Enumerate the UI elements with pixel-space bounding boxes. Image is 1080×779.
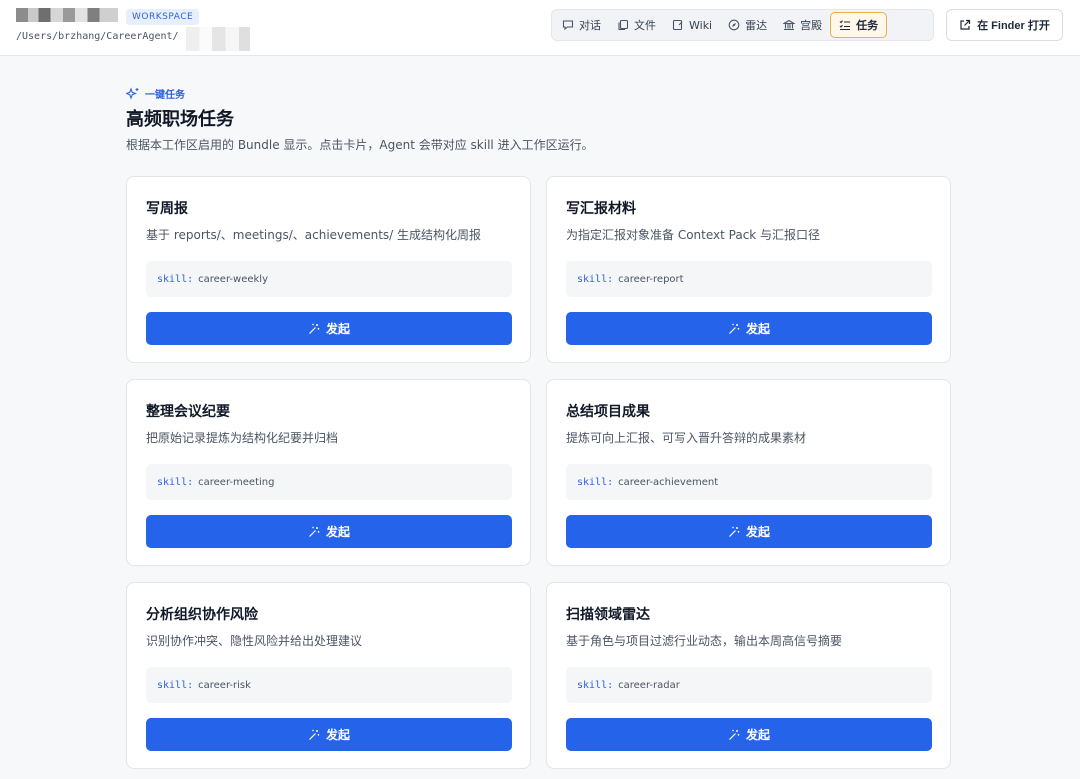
skill-key: skill: (157, 679, 194, 691)
card-description: 基于角色与项目过滤行业动态，输出本周高信号摘要 (566, 634, 843, 648)
tab-radar[interactable]: 雷达 (720, 12, 775, 38)
task-card-grid: 写周报 基于 reports/、meetings/、achievements/ … (126, 176, 951, 769)
launch-label: 发起 (745, 525, 770, 539)
launch-label: 发起 (325, 525, 350, 539)
skill-tag: skill: career-meeting (146, 464, 512, 500)
tab-label: 雷达 (745, 19, 768, 32)
task-list-icon (839, 19, 851, 31)
skill-tag: skill: career-risk (146, 667, 512, 703)
workspace-path: /Users/brzhang/CareerAgent/ (16, 31, 179, 42)
card-description: 基于 reports/、meetings/、achievements/ 生成结构… (146, 228, 482, 242)
launch-button[interactable]: 发起 (566, 515, 932, 548)
skill-value: career-report (618, 273, 684, 285)
tab-label: Wiki (689, 18, 713, 32)
external-link-icon (959, 19, 971, 31)
card-title: 整理会议纪要 (146, 404, 230, 420)
wiki-icon (672, 19, 684, 31)
task-card[interactable]: 分析组织协作风险 识别协作冲突、隐性风险并给出处理建议 skill: caree… (126, 582, 531, 769)
card-title: 分析组织协作风险 (146, 607, 258, 623)
tab-tasks[interactable]: 任务 (830, 12, 888, 38)
card-description: 把原始记录提炼为结构化纪要并归档 (146, 431, 339, 445)
skill-tag: skill: career-radar (566, 667, 932, 703)
task-card[interactable]: 写汇报材料 为指定汇报对象准备 Context Pack 与汇报口径 skill… (546, 176, 951, 363)
magic-wand-icon (728, 729, 740, 741)
card-title: 总结项目成果 (566, 404, 650, 420)
skill-key: skill: (157, 273, 194, 285)
chat-icon (562, 19, 574, 31)
open-in-finder-label: 在 Finder 打开 (977, 20, 1050, 32)
palace-icon (783, 19, 796, 31)
open-in-finder-button[interactable]: 在 Finder 打开 (946, 9, 1063, 41)
skill-value: career-meeting (198, 476, 275, 488)
skill-key: skill: (577, 679, 614, 691)
launch-button[interactable]: 发起 (146, 718, 512, 751)
tab-label: 任务 (856, 19, 879, 32)
skill-value: career-achievement (618, 476, 719, 488)
page-title: 高频职场任务 (126, 109, 234, 130)
tab-wiki[interactable]: Wiki (664, 12, 720, 38)
files-icon (617, 19, 629, 31)
task-card[interactable]: 写周报 基于 reports/、meetings/、achievements/ … (126, 176, 531, 363)
card-title: 写汇报材料 (566, 201, 636, 217)
magic-wand-icon (308, 526, 320, 538)
task-card[interactable]: 总结项目成果 提炼可向上汇报、可写入晋升答辩的成果素材 skill: caree… (546, 379, 951, 566)
card-description: 识别协作冲突、隐性风险并给出处理建议 (146, 634, 363, 648)
card-title: 写周报 (146, 201, 188, 217)
task-card[interactable]: 整理会议纪要 把原始记录提炼为结构化纪要并归档 skill: career-me… (126, 379, 531, 566)
card-description: 提炼可向上汇报、可写入晋升答辩的成果素材 (566, 431, 807, 445)
tab-palace[interactable]: 宫殿 (775, 12, 830, 38)
launch-button[interactable]: 发起 (566, 312, 932, 345)
kicker-label: 一键任务 (145, 90, 185, 101)
launch-label: 发起 (745, 322, 770, 336)
magic-wand-icon (728, 323, 740, 335)
tab-files[interactable]: 文件 (609, 12, 664, 38)
launch-button[interactable]: 发起 (146, 515, 512, 548)
skill-tag: skill: career-weekly (146, 261, 512, 297)
sparkles-icon (126, 86, 140, 101)
tab-label: 宫殿 (800, 19, 823, 32)
skill-key: skill: (157, 476, 194, 488)
skill-key: skill: (577, 273, 614, 285)
skill-tag: skill: career-report (566, 261, 932, 297)
top-bar: WORKSPACE /Users/brzhang/CareerAgent/ 对话… (0, 0, 1080, 56)
magic-wand-icon (308, 323, 320, 335)
workspace-name-redacted (16, 8, 118, 22)
section-kicker: 一键任务 (126, 86, 185, 101)
skill-tag: skill: career-achievement (566, 464, 932, 500)
skill-value: career-risk (198, 679, 251, 691)
skill-key: skill: (577, 476, 614, 488)
launch-label: 发起 (745, 728, 770, 742)
magic-wand-icon (728, 526, 740, 538)
launch-button[interactable]: 发起 (566, 718, 932, 751)
compass-icon (728, 19, 740, 31)
launch-button[interactable]: 发起 (146, 312, 512, 345)
workspace-path-redacted (186, 27, 262, 51)
card-description: 为指定汇报对象准备 Context Pack 与汇报口径 (566, 228, 821, 242)
view-tabs: 对话 文件 Wiki 雷达 宫殿 任务 (551, 9, 934, 41)
page-description: 根据本工作区启用的 Bundle 显示。点击卡片，Agent 会带对应 skil… (126, 138, 594, 152)
launch-label: 发起 (325, 728, 350, 742)
tab-label: 对话 (579, 19, 601, 32)
tab-chat[interactable]: 对话 (554, 12, 609, 38)
tab-label: 文件 (634, 19, 656, 32)
task-card[interactable]: 扫描领域雷达 基于角色与项目过滤行业动态，输出本周高信号摘要 skill: ca… (546, 582, 951, 769)
launch-label: 发起 (325, 322, 350, 336)
skill-value: career-radar (618, 679, 680, 691)
magic-wand-icon (308, 729, 320, 741)
workspace-badge: WORKSPACE (126, 9, 200, 25)
skill-value: career-weekly (198, 273, 268, 285)
card-title: 扫描领域雷达 (566, 607, 650, 623)
